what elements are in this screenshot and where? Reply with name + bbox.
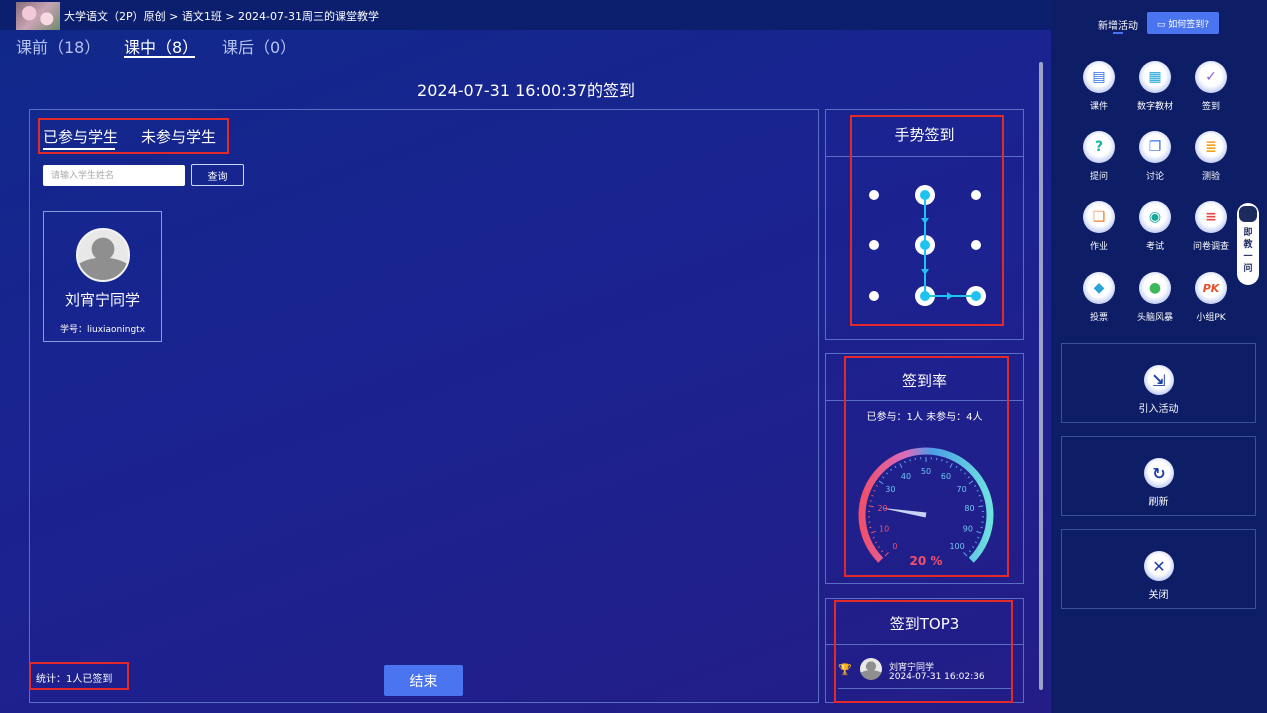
close-button[interactable]: ✕ 关闭: [1061, 529, 1256, 609]
refresh-icon: ↻: [1144, 458, 1174, 488]
scrollbar[interactable]: [1039, 62, 1043, 690]
group-pk-icon: PK: [1195, 272, 1227, 304]
checkin-icon: ✓: [1195, 61, 1227, 93]
search-button[interactable]: 查询: [191, 164, 244, 186]
howto-label: 如何签到?: [1168, 19, 1210, 30]
tool-label: 签到: [1201, 102, 1220, 112]
tool-label: 考试: [1145, 242, 1164, 252]
tool-label: 讨论: [1145, 172, 1164, 182]
tool-checkin[interactable]: ✓ 签到: [1185, 61, 1237, 117]
top-bar: 大学语文（2P）原创 > 语文1班 > 2024-07-31周三的课堂教学: [0, 0, 1051, 30]
vote-icon: ◆: [1083, 272, 1115, 304]
close-icon: ✕: [1144, 551, 1174, 581]
tool-label: 问卷调查: [1192, 242, 1229, 252]
question-icon: ?: [1083, 131, 1115, 163]
tool-quiz[interactable]: ≣ 测验: [1185, 131, 1237, 187]
tool-label: 数字教材: [1136, 102, 1173, 112]
tool-label: 课件: [1089, 102, 1108, 112]
courseware-icon: ▤: [1083, 61, 1115, 93]
tool-group-pk[interactable]: PK 小组PK: [1185, 272, 1237, 328]
tool-courseware[interactable]: ▤ 课件: [1073, 61, 1125, 117]
discussion-icon: ❐: [1139, 131, 1171, 163]
close-label: 关闭: [1148, 590, 1169, 601]
homework-icon: ❑: [1083, 201, 1115, 233]
new-activity-label[interactable]: 新增活动: [1098, 17, 1138, 32]
search-input[interactable]: [43, 165, 185, 186]
tool-discussion[interactable]: ❐ 讨论: [1129, 131, 1181, 187]
end-button[interactable]: 结束: [384, 665, 463, 696]
tab-in-class[interactable]: 课中（8）: [124, 34, 198, 58]
import-activity-label: 引入活动: [1138, 404, 1179, 415]
new-activity-indicator: [1113, 32, 1123, 34]
video-icon: ▭: [1156, 19, 1169, 30]
import-activity-button[interactable]: ⇲ 引入活动: [1061, 343, 1256, 423]
tool-vote[interactable]: ◆ 投票: [1073, 272, 1125, 328]
highlight-box: [850, 115, 1004, 326]
import-activity-icon: ⇲: [1144, 365, 1174, 395]
brainstorm-icon: ●: [1139, 272, 1171, 304]
refresh-button[interactable]: ↻ 刷新: [1061, 436, 1256, 516]
tool-survey[interactable]: ≡ 问卷调查: [1185, 201, 1237, 257]
tool-label: 作业: [1089, 242, 1108, 252]
survey-icon: ≡: [1195, 201, 1227, 233]
refresh-label: 刷新: [1148, 497, 1169, 508]
tool-label: 投票: [1089, 313, 1108, 323]
breadcrumb[interactable]: 大学语文（2P）原创 > 语文1班 > 2024-07-31周三的课堂教学: [64, 8, 379, 24]
activity-panel: 新增活动 ▭ 如何签到? ▤ 课件 ▦ 数字教材 ✓ 签到? 提问 ❐ 讨论 ≣ 测验 ❑ 作业 ◉ 考试 ≡…: [1051, 0, 1267, 713]
tool-label: 提问: [1089, 172, 1108, 182]
tool-question[interactable]: ? 提问: [1073, 131, 1125, 187]
main-area: 大学语文（2P）原创 > 语文1班 > 2024-07-31周三的课堂教学 课前…: [0, 0, 1051, 713]
tool-brainstorm[interactable]: ● 头脑风暴: [1129, 272, 1181, 328]
tool-label: 头脑风暴: [1136, 313, 1173, 323]
active-subtab-indicator: [43, 148, 115, 150]
tab-not-participated[interactable]: 未参与学生: [141, 126, 216, 147]
howto-button[interactable]: ▭ 如何签到?: [1147, 12, 1219, 34]
digital-textbook-icon: ▦: [1139, 61, 1171, 93]
student-name: 刘宵宁同学: [64, 291, 140, 309]
avatar: [76, 228, 130, 282]
tool-exam[interactable]: ◉ 考试: [1129, 201, 1181, 257]
tool-label: 小组PK: [1196, 313, 1226, 323]
active-tab-indicator: [124, 56, 195, 58]
student-card[interactable]: 刘宵宁同学 学号：liuxiaoningtx: [43, 211, 162, 342]
stat-text: 统计：1人已签到: [36, 674, 113, 685]
course-thumbnail: [16, 2, 60, 30]
quiz-icon: ≣: [1195, 131, 1227, 163]
tab-before-class[interactable]: 课前（18）: [16, 34, 100, 58]
page-title: 2024-07-31 16:00:37的签到: [417, 81, 635, 100]
tab-after-class[interactable]: 课后（0）: [222, 34, 296, 58]
tool-label: 测验: [1201, 172, 1220, 182]
robot-icon: [1239, 206, 1257, 222]
highlight-box: [834, 600, 1013, 703]
students-panel: 刘宵宁同学 学号：liuxiaoningtx: [29, 109, 819, 703]
student-id: 学号：liuxiaoningtx: [59, 325, 146, 335]
exam-icon: ◉: [1139, 201, 1171, 233]
ai-assistant-button[interactable]: 即教一问: [1237, 203, 1259, 285]
tool-homework[interactable]: ❑ 作业: [1073, 201, 1125, 257]
highlight-box: [844, 356, 1009, 577]
ai-assistant-label: 即教一问: [1243, 228, 1253, 274]
tool-digital-textbook[interactable]: ▦ 数字教材: [1129, 61, 1181, 117]
tab-participated[interactable]: 已参与学生: [43, 126, 118, 147]
